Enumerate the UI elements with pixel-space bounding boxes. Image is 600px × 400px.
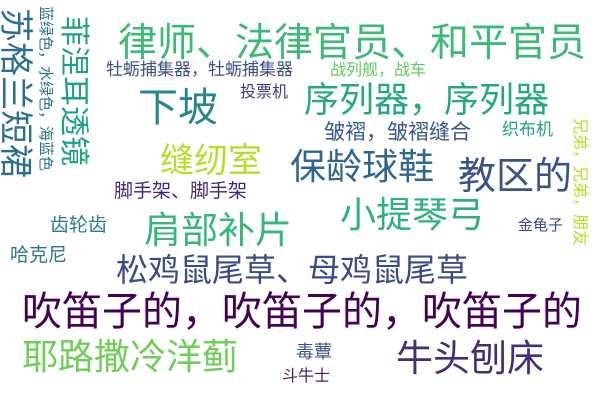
- word-chuidizi: 吹笛子的，吹笛子的，吹笛子的: [22, 289, 582, 335]
- word-jiaoshoujia: 脚手架、脚手架: [114, 180, 248, 202]
- word-chilun: 齿轮齿: [50, 214, 108, 236]
- word-lanlvse: 蓝绿色，水绿色，海蓝色: [37, 6, 55, 172]
- word-baolingqiu: 保龄球鞋: [290, 147, 435, 188]
- word-feinie: 菲涅耳透镜: [56, 16, 91, 166]
- word-fengren: 缝纫室: [160, 141, 262, 181]
- word-jianbu: 肩部补片: [144, 209, 292, 252]
- word-xulieqi: 序列器，序列器: [304, 81, 550, 121]
- word-cloud: 吹笛子的，吹笛子的，吹笛子的 律师、法律官员、和平官员 松鸡鼠尾草、母鸡鼠尾草 …: [0, 0, 600, 400]
- word-duxun: 毒蕈: [296, 342, 332, 363]
- word-yelusa: 耶路撒冷洋蓟: [22, 337, 239, 378]
- word-toupiaoji: 投票机: [240, 82, 289, 101]
- word-zhanlie: 战列舰，战车: [330, 60, 427, 79]
- word-niutou: 牛头刨床: [396, 337, 544, 380]
- word-zhouzhe: 皱褶，皱褶缝合: [324, 120, 471, 144]
- word-muli: 牡蛎捕集器，牡蛎捕集器: [106, 60, 293, 80]
- word-jiaoqu: 教区的: [458, 154, 573, 198]
- word-xiaotiqin: 小提琴弓: [340, 195, 485, 236]
- word-douniushi: 斗牛士: [282, 366, 331, 385]
- word-xiapo: 下坡: [138, 85, 218, 131]
- word-sugelan: 苏格兰短裙: [0, 8, 35, 178]
- word-xiongdi: 兄弟，兄弟，朋友: [571, 118, 590, 247]
- word-jinguizi: 金龟子: [518, 216, 564, 234]
- word-lvshi: 律师、法律官员、和平官员: [118, 21, 587, 66]
- word-hakeni: 哈克尼: [10, 244, 68, 266]
- word-zhibuji: 织布机: [502, 120, 553, 140]
- word-songji: 松鸡鼠尾草、母鸡鼠尾草: [116, 251, 469, 289]
